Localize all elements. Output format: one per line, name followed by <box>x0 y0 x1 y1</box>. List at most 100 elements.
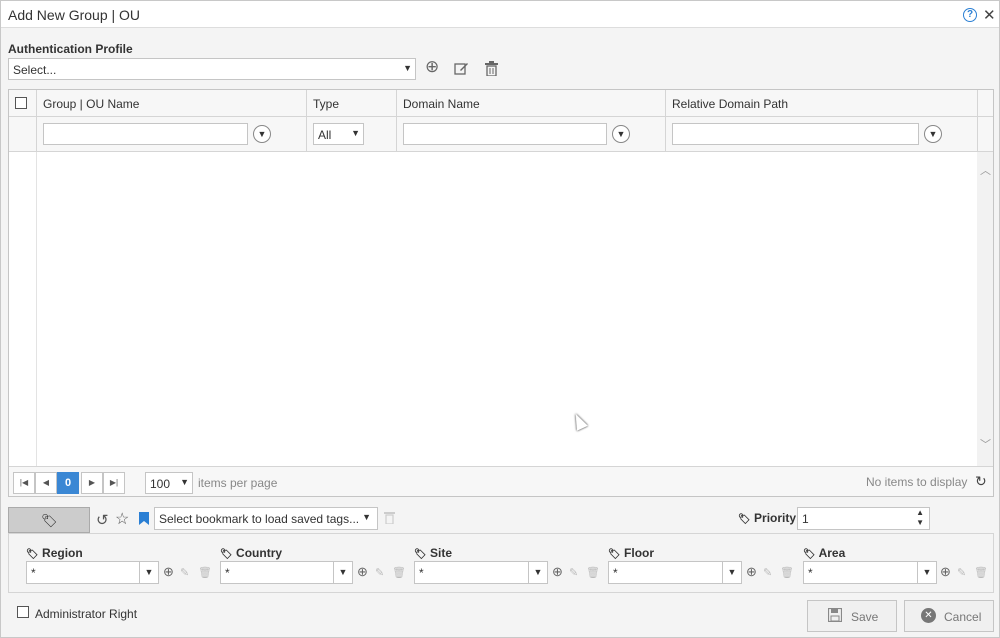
edit-area-icon: ✎ <box>957 567 967 579</box>
delete-bookmark-icon <box>384 511 395 527</box>
auth-profile-value: Select... <box>13 63 57 77</box>
items-per-page-label: items per page <box>198 476 278 490</box>
floor-label: 🏷 Floor <box>608 546 654 560</box>
stepper-arrows-icon[interactable]: ▲ ▼ <box>916 508 924 528</box>
site-select[interactable]: * ▼ <box>414 561 548 584</box>
area-label: 🏷 Area <box>803 546 845 560</box>
edit-profile-icon[interactable] <box>454 61 469 78</box>
priority-stepper[interactable]: 1 ▲ ▼ <box>797 507 930 530</box>
filter-icon[interactable]: ▼ <box>924 125 942 143</box>
close-icon[interactable]: ✕ <box>983 6 996 24</box>
tags-panel: 🏷 Region * ▼ ⊕ ✎ 🗑 🏷 Country * ▼ ⊕ ✎ 🗑 🏷… <box>8 533 994 593</box>
add-profile-icon[interactable]: ⊕ <box>425 58 439 75</box>
refresh-icon[interactable]: ↻ <box>975 473 987 490</box>
region-label: 🏷 Region <box>26 546 83 560</box>
col-separator <box>977 117 978 152</box>
col-separator <box>396 90 397 117</box>
edit-region-icon: ✎ <box>180 567 190 579</box>
chevron-down-icon[interactable]: ﹀ <box>980 436 991 452</box>
region-value: * <box>31 566 36 580</box>
cancel-button[interactable]: ✕ Cancel <box>904 600 994 632</box>
title-bar: Add New Group | OU ? ✕ <box>1 1 999 28</box>
add-floor-icon[interactable]: ⊕ <box>746 565 757 579</box>
delete-profile-icon[interactable] <box>485 61 498 78</box>
delete-region-icon: 🗑 <box>198 567 212 579</box>
floor-value: * <box>613 566 618 580</box>
filter-icon[interactable]: ▼ <box>253 125 271 143</box>
bookmark-select[interactable]: Select bookmark to load saved tags... ▼ <box>154 507 378 530</box>
vertical-scrollbar[interactable]: ︿ ﹀ <box>977 152 993 466</box>
col-separator <box>665 117 666 152</box>
group-ou-grid: Group | OU Name Type Domain Name Relativ… <box>8 89 994 497</box>
filter-path-input[interactable] <box>672 123 919 145</box>
chevron-down-icon: ▼ <box>333 562 352 583</box>
save-button[interactable]: Save <box>807 600 897 632</box>
admin-right-label[interactable]: Administrator Right <box>35 607 137 621</box>
country-label-text: Country <box>236 546 283 560</box>
col-header-name[interactable]: Group | OU Name <box>43 97 139 111</box>
delete-site-icon: 🗑 <box>586 567 600 579</box>
grid-filter-row: ▼ All ▼ ▼ ▼ <box>9 117 993 152</box>
add-area-icon[interactable]: ⊕ <box>940 565 951 579</box>
chevron-up-icon[interactable]: ︿ <box>980 162 991 178</box>
filter-icon[interactable]: ▼ <box>612 125 630 143</box>
first-page-button[interactable]: |◀ <box>13 472 35 494</box>
country-select[interactable]: * ▼ <box>220 561 353 584</box>
next-page-button[interactable]: ▶ <box>81 472 103 494</box>
col-header-domain[interactable]: Domain Name <box>403 97 480 111</box>
add-group-dialog: Add New Group | OU ? ✕ Authentication Pr… <box>0 0 1000 638</box>
add-region-icon[interactable]: ⊕ <box>163 565 174 579</box>
delete-floor-icon: 🗑 <box>780 567 794 579</box>
filter-type-select[interactable]: All ▼ <box>313 123 364 145</box>
chevron-down-icon: ▼ <box>351 128 360 138</box>
site-value: * <box>419 566 424 580</box>
col-header-type[interactable]: Type <box>313 97 339 111</box>
save-button-label: Save <box>851 610 879 624</box>
area-value: * <box>808 566 813 580</box>
cancel-button-label: Cancel <box>944 610 982 624</box>
chevron-down-icon: ▼ <box>722 562 741 583</box>
auth-profile-select[interactable]: Select... ▼ <box>8 58 416 80</box>
chevron-down-icon: ▼ <box>528 562 547 583</box>
dialog-title: Add New Group | OU <box>8 7 141 23</box>
filter-domain-input[interactable] <box>403 123 607 145</box>
region-select[interactable]: * ▼ <box>26 561 159 584</box>
grid-body: ︿ ﹀ <box>9 152 993 466</box>
delete-country-icon: 🗑 <box>392 567 406 579</box>
auth-profile-label: Authentication Profile <box>8 42 133 56</box>
area-select[interactable]: * ▼ <box>803 561 937 584</box>
star-icon[interactable]: ☆ <box>115 509 129 529</box>
site-label: 🏷 Site <box>414 546 452 560</box>
filter-name-input[interactable] <box>43 123 248 145</box>
admin-right-checkbox[interactable] <box>17 606 29 618</box>
filter-type-value: All <box>318 128 332 142</box>
floor-select[interactable]: * ▼ <box>608 561 742 584</box>
chevron-down-icon: ▼ <box>917 562 936 583</box>
chevron-down-icon: ▼ <box>403 63 412 73</box>
grid-pager: |◀ ◀ 0 ▶ ▶| 100 ▼ items per page No item… <box>9 466 993 496</box>
reset-icon[interactable]: ↺ <box>96 511 109 529</box>
col-separator <box>665 90 666 117</box>
tags-tab[interactable]: 🏷 <box>8 507 90 533</box>
last-page-button[interactable]: ▶| <box>103 472 125 494</box>
col-separator <box>977 90 978 117</box>
current-page-button[interactable]: 0 <box>57 472 79 494</box>
add-site-icon[interactable]: ⊕ <box>552 565 563 579</box>
tag-icon: 🏷 <box>26 549 39 560</box>
empty-message: No items to display <box>866 475 968 489</box>
page-size-select[interactable]: 100 ▼ <box>145 472 193 494</box>
page-size-value: 100 <box>150 477 171 491</box>
region-label-text: Region <box>42 546 83 560</box>
select-all-checkbox[interactable] <box>15 97 27 109</box>
col-header-path[interactable]: Relative Domain Path <box>672 97 788 111</box>
bookmark-icon[interactable] <box>139 512 149 528</box>
tag-icon: 🏷 <box>803 549 816 560</box>
add-country-icon[interactable]: ⊕ <box>357 565 368 579</box>
priority-value: 1 <box>802 512 809 526</box>
tag-icon: 🏷 <box>41 513 58 528</box>
col-separator <box>36 90 37 117</box>
prev-page-button[interactable]: ◀ <box>35 472 57 494</box>
help-icon[interactable]: ? <box>963 8 977 22</box>
bookmark-placeholder: Select bookmark to load saved tags... <box>159 512 360 526</box>
site-label-text: Site <box>430 546 453 560</box>
